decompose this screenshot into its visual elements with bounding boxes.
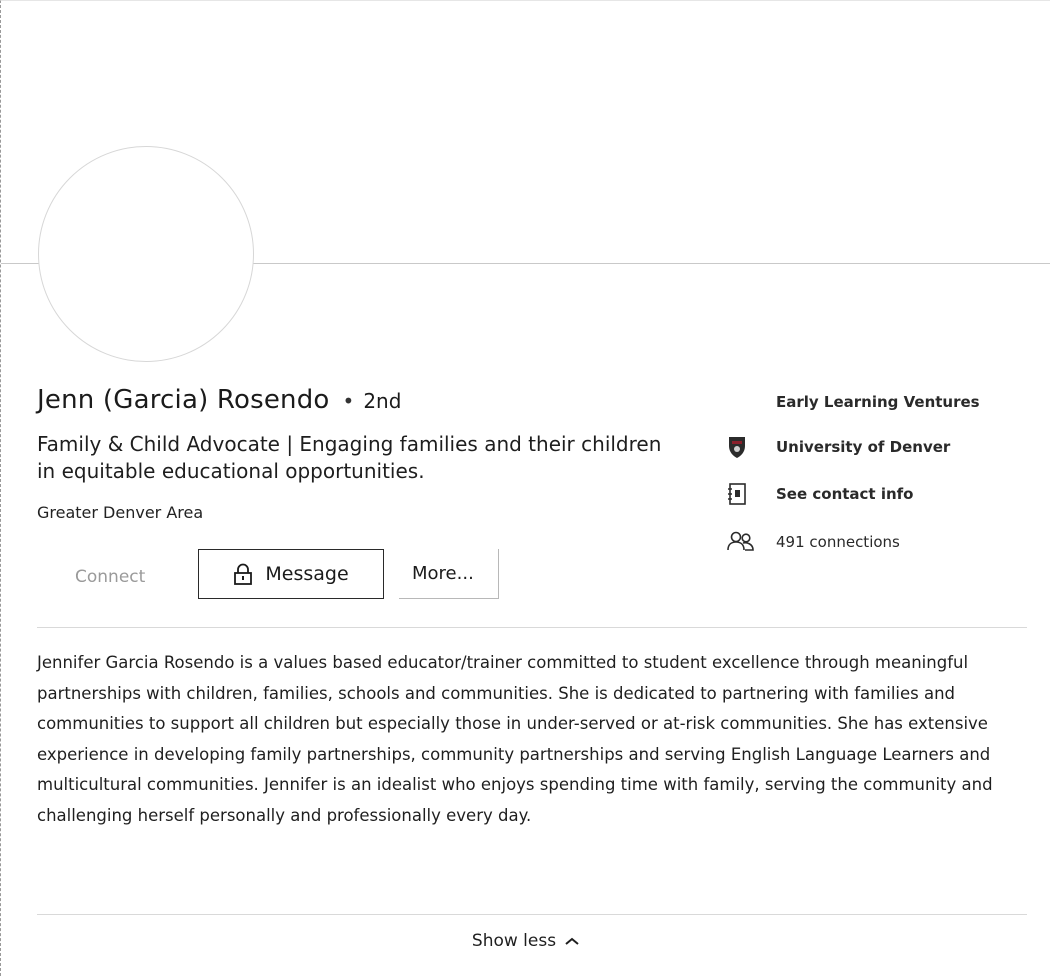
- profile-avatar[interactable]: [38, 146, 254, 362]
- section-divider-bottom: [37, 914, 1027, 915]
- connections-count: 491 connections: [776, 533, 900, 551]
- see-contact-info-link: See contact info: [776, 485, 914, 503]
- message-button-label: Message: [265, 563, 349, 585]
- profile-summary: Jennifer Garcia Rosendo is a values base…: [37, 653, 993, 825]
- more-button[interactable]: More...: [399, 549, 499, 599]
- connection-degree: 2nd: [363, 389, 402, 413]
- more-button-label: More...: [412, 563, 474, 584]
- message-button[interactable]: Message: [198, 549, 384, 599]
- education-row[interactable]: University of Denver: [726, 435, 950, 459]
- people-icon: [726, 530, 766, 554]
- show-less-container: Show less: [1, 931, 1050, 951]
- name-separator: •: [342, 389, 355, 413]
- profile-headline: Family & Child Advocate | Engaging famil…: [37, 432, 662, 483]
- connect-button[interactable]: Connect: [75, 567, 145, 587]
- contact-card-icon: [726, 482, 766, 506]
- profile-location: Greater Denver Area: [37, 503, 204, 522]
- name-row: Jenn (Garcia) Rosendo • 2nd: [37, 385, 401, 415]
- current-company[interactable]: Early Learning Ventures: [776, 393, 980, 411]
- contact-info-row[interactable]: See contact info: [726, 482, 913, 506]
- profile-name: Jenn (Garcia) Rosendo: [37, 385, 330, 415]
- show-less-button[interactable]: Show less: [472, 931, 580, 951]
- section-divider-top: [37, 627, 1027, 628]
- show-less-label: Show less: [471, 931, 557, 951]
- university-shield-icon: [726, 435, 766, 459]
- school-name: University of Denver: [776, 438, 951, 456]
- connections-row[interactable]: 491 connections: [726, 530, 900, 554]
- profile-card: Jenn (Garcia) Rosendo • 2nd Family & Chi…: [0, 0, 1050, 976]
- lock-icon: [234, 563, 253, 585]
- chevron-up-icon: [565, 937, 579, 945]
